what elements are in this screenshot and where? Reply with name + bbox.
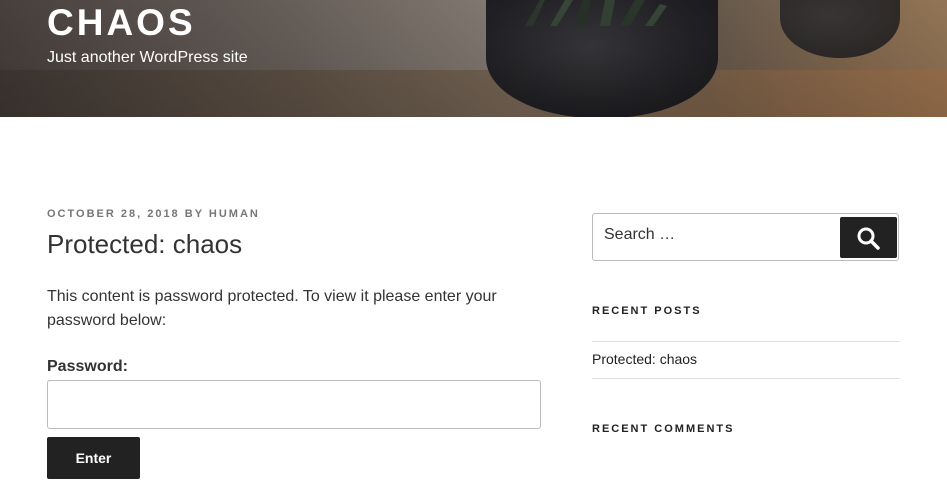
recent-comments-title: RECENT COMMENTS [592,423,735,435]
post-title: Protected: chaos [47,229,243,259]
post-meta: OCTOBER 28, 2018 BY HUMAN [47,208,260,220]
search-input[interactable]: Search … [604,226,675,244]
site-title[interactable]: CHAOS [47,2,196,44]
enter-button[interactable]: Enter [47,437,140,479]
site-description: Just another WordPress site [47,49,248,66]
search-icon [857,227,880,250]
search-form[interactable]: Search … [592,213,899,261]
recent-posts-title: RECENT POSTS [592,305,702,317]
post-date-link[interactable]: OCTOBER 28, 2018 [47,208,180,220]
recent-posts-list: Protected: chaos [592,341,899,379]
post-by-label: BY [184,208,204,220]
password-input[interactable] [47,380,541,429]
search-button[interactable] [840,217,897,258]
post-body: This content is password protected. To v… [47,288,497,329]
recent-post-link[interactable]: Protected: chaos [592,351,697,367]
password-label: Password: [47,358,128,375]
site-header: CHAOS Just another WordPress site [0,0,947,117]
post-author-link[interactable]: HUMAN [209,208,260,220]
